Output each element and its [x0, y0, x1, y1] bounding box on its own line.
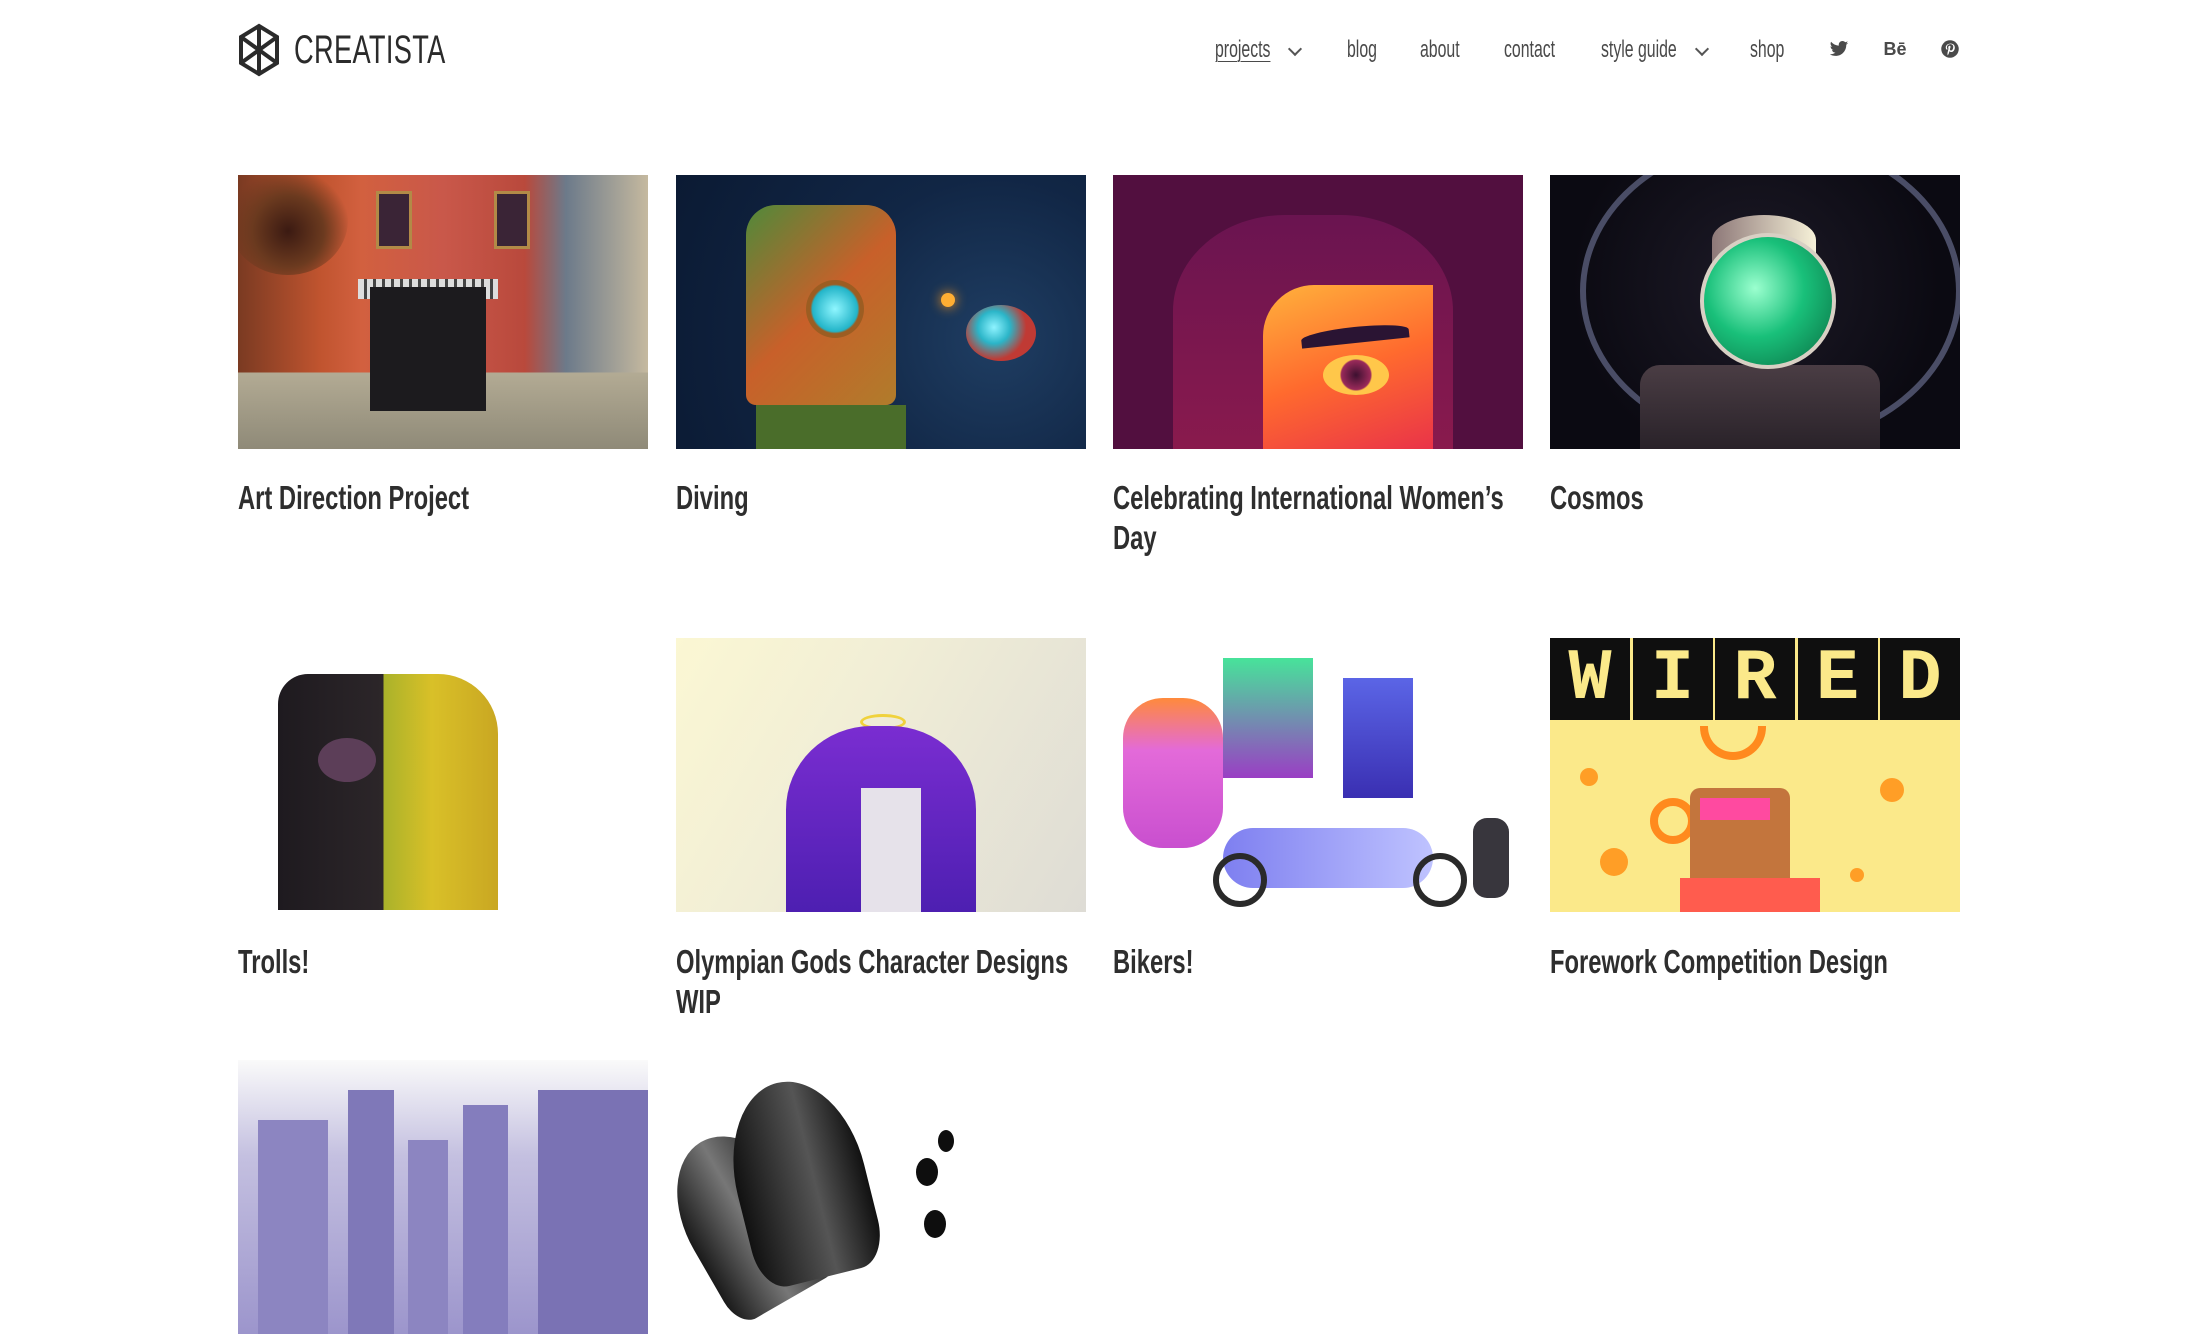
- biker-shape: [1123, 698, 1223, 848]
- project-card: W I R E D: [1550, 638, 1960, 912]
- ink-dot-shape: [938, 1130, 954, 1152]
- helmet-visor-shape: [1700, 233, 1836, 369]
- main-nav: projects blog about contact style guide …: [0, 30, 2200, 70]
- project-card: [1113, 638, 1523, 912]
- biker-shape: [1343, 678, 1413, 798]
- building-shape: [408, 1140, 448, 1334]
- wheel-shape: [1213, 853, 1267, 907]
- masthead-letter: I: [1632, 638, 1713, 720]
- nav-item-blog[interactable]: blog: [1347, 30, 1392, 70]
- troll-snout-shape: [318, 738, 376, 782]
- network-node-shape: [1580, 768, 1598, 786]
- nav-item-label: contact: [1504, 36, 1556, 63]
- masthead-letter: R: [1715, 638, 1795, 720]
- project-title-link[interactable]: Celebrating International Women’s Day: [1113, 479, 1504, 556]
- twitter-link[interactable]: [1826, 36, 1852, 62]
- project-title[interactable]: Bikers!: [1113, 942, 1516, 982]
- anglerfish-shape: [966, 305, 1036, 361]
- nav-item-shop[interactable]: shop: [1750, 30, 1802, 70]
- troll-gorilla-illustration[interactable]: [238, 638, 648, 912]
- angler-lure-shape: [941, 293, 955, 307]
- network-ring-shape: [1700, 726, 1766, 760]
- project-title-link[interactable]: Cosmos: [1550, 479, 1644, 516]
- project-card: [238, 638, 648, 912]
- masthead-letter: W: [1550, 638, 1630, 720]
- bikers-gang-illustration[interactable]: [1113, 638, 1523, 912]
- astronaut-body-shape: [1640, 365, 1880, 449]
- eye-shape: [1323, 355, 1389, 395]
- project-card: [1113, 175, 1523, 449]
- project-title-link[interactable]: Art Direction Project: [238, 479, 469, 516]
- building-shape: [463, 1105, 508, 1334]
- building-shape: [258, 1120, 328, 1334]
- nav-item-contact[interactable]: contact: [1504, 30, 1581, 70]
- project-title-link[interactable]: Diving: [676, 479, 749, 516]
- project-title-link[interactable]: Olympian Gods Character Designs WIP: [676, 943, 1068, 1020]
- twitter-icon: [1829, 41, 1849, 56]
- project-title[interactable]: Trolls!: [238, 942, 641, 982]
- nav-item-label: style guide: [1601, 36, 1677, 63]
- goddess-dress-shape: [861, 788, 921, 912]
- window-shape: [494, 191, 530, 249]
- vr-visor-shape: [1700, 798, 1770, 820]
- project-title-link[interactable]: Forework Competition Design: [1550, 943, 1888, 980]
- diver-and-anglerfish-illustration[interactable]: [676, 175, 1086, 449]
- network-node-shape: [1600, 848, 1628, 876]
- project-card: [676, 638, 1086, 912]
- nav-item-label: shop: [1750, 36, 1785, 63]
- project-title[interactable]: Cosmos: [1550, 478, 1953, 518]
- project-title-link[interactable]: Bikers!: [1113, 943, 1194, 980]
- city-skyline-illustration[interactable]: [238, 1060, 648, 1334]
- wheel-shape: [1413, 853, 1467, 907]
- project-title[interactable]: Art Direction Project: [238, 478, 641, 518]
- astronaut-illustration[interactable]: [1550, 175, 1960, 449]
- project-card: [1550, 175, 1960, 449]
- palm-tree-shape: [238, 175, 348, 275]
- wired-cover-illustration[interactable]: W I R E D: [1550, 638, 1960, 912]
- porthole-shape: [806, 280, 864, 338]
- ink-dot-shape: [916, 1158, 938, 1186]
- doorway-shape: [370, 287, 486, 411]
- network-node-shape: [1850, 868, 1864, 882]
- nav-item-label: projects: [1215, 36, 1271, 63]
- network-node-shape: [1880, 778, 1904, 802]
- figure-shirt-shape: [1680, 878, 1820, 912]
- project-card: [238, 1060, 648, 1334]
- behance-link[interactable]: Bē: [1882, 36, 1908, 62]
- project-card: [676, 175, 1086, 449]
- building-shape: [348, 1090, 394, 1334]
- nav-item-label: about: [1420, 36, 1460, 63]
- troll-body-shape: [278, 674, 498, 910]
- project-title[interactable]: Celebrating International Women’s Day: [1113, 478, 1516, 558]
- ink-brush-illustration[interactable]: [676, 1060, 1086, 1334]
- pinterest-link[interactable]: [1937, 36, 1963, 62]
- project-card: [676, 1060, 1086, 1334]
- window-shape: [376, 191, 412, 249]
- project-title[interactable]: Olympian Gods Character Designs WIP: [676, 942, 1079, 1022]
- project-card: [238, 175, 648, 449]
- biker-shape: [1223, 658, 1313, 778]
- masthead-letter: E: [1797, 638, 1878, 720]
- nav-item-label: blog: [1347, 36, 1377, 63]
- project-title[interactable]: Diving: [676, 478, 1079, 518]
- nav-item-about[interactable]: about: [1420, 30, 1480, 70]
- project-title[interactable]: Forework Competition Design: [1550, 942, 1953, 982]
- building-shape: [538, 1090, 648, 1334]
- ink-dot-shape: [924, 1210, 946, 1238]
- nav-item-projects[interactable]: projects: [1215, 30, 1299, 70]
- diver-neck-shape: [756, 405, 906, 449]
- street-scene-illustration[interactable]: [238, 175, 648, 449]
- pinterest-icon: [1941, 40, 1959, 58]
- goddess-archer-illustration[interactable]: [676, 638, 1086, 912]
- wired-masthead: W I R E D: [1550, 638, 1960, 720]
- project-title-link[interactable]: Trolls!: [238, 943, 309, 980]
- woman-face-illustration[interactable]: [1113, 175, 1523, 449]
- behance-icon: Bē: [1883, 38, 1907, 59]
- dog-shape: [1473, 818, 1509, 898]
- masthead-letter: D: [1880, 638, 1960, 720]
